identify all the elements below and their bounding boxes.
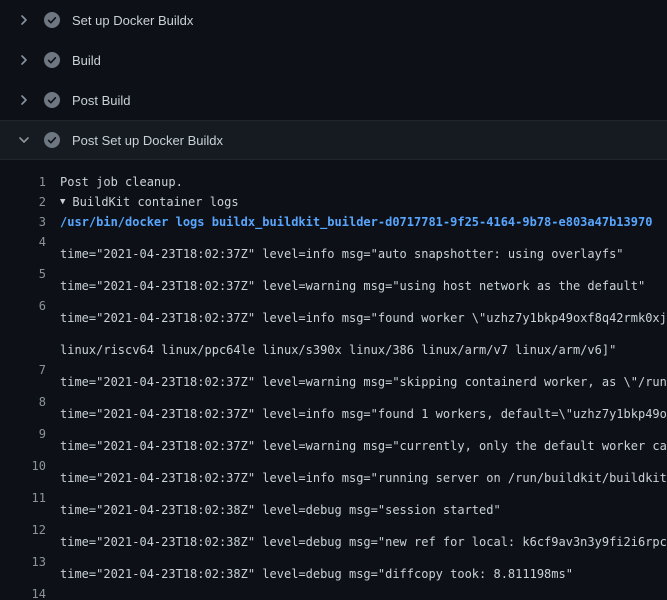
line-number[interactable]: 11 [0, 488, 46, 520]
step-row[interactable]: Post Set up Docker Buildx [0, 120, 667, 160]
chevron-right-icon[interactable] [16, 52, 32, 68]
log-line: 6 time="2021-04-23T18:02:37Z" level=info … [0, 296, 667, 328]
line-number[interactable]: 12 [0, 520, 46, 552]
log-text: time="2021-04-23T18:02:38Z" level=debug … [60, 488, 501, 520]
log-text: time="2021-04-23T18:02:37Z" level=info m… [60, 392, 667, 424]
check-circle-icon [44, 12, 60, 28]
log-line: 12 time="2021-04-23T18:02:38Z" level=debu… [0, 520, 667, 552]
check-circle-icon [44, 92, 60, 108]
steps-list: Set up Docker Buildx Build Post Build Post … [0, 0, 667, 160]
line-number[interactable]: 10 [0, 456, 46, 488]
line-number[interactable]: 6 [0, 296, 46, 328]
log-text: time="2021-04-23T18:02:37Z" level=info m… [60, 232, 624, 264]
check-circle-icon [44, 52, 60, 68]
line-number[interactable]: 2 [0, 192, 46, 212]
step-row[interactable]: Post Build [0, 80, 667, 120]
line-number[interactable]: 9 [0, 424, 46, 456]
line-number[interactable]: 5 [0, 264, 46, 296]
log-text: time="2021-04-23T18:02:37Z" level=info m… [60, 296, 667, 328]
line-number[interactable]: 13 [0, 552, 46, 584]
log-group-toggle-icon[interactable]: ▼ [60, 192, 65, 212]
log-text: BuildKit container logs [72, 192, 238, 212]
log-text: time="2021-04-23T18:02:37Z" level=warnin… [60, 264, 645, 296]
chevron-right-icon[interactable] [16, 12, 32, 28]
log-line: 8 time="2021-04-23T18:02:37Z" level=info … [0, 392, 667, 424]
log-line: 11 time="2021-04-23T18:02:38Z" level=debu… [0, 488, 667, 520]
line-number[interactable]: 1 [0, 172, 46, 192]
log-line: 1 Post job cleanup. [0, 172, 667, 192]
actions-log-viewer: Set up Docker Buildx Build Post Build Post … [0, 0, 667, 600]
log-line: 5 time="2021-04-23T18:02:37Z" level=warni… [0, 264, 667, 296]
check-circle-icon [44, 132, 60, 148]
line-number[interactable]: 3 [0, 212, 46, 232]
line-number[interactable]: 8 [0, 392, 46, 424]
log-line: 13 time="2021-04-23T18:02:38Z" level=debu… [0, 552, 667, 584]
log-line: 14 time="2021-04-23T18:02:38Z" level=debu… [0, 584, 667, 600]
log-line: 3/usr/bin/docker logs buildx_buildkit_bu… [0, 212, 667, 232]
log-line: 2 ▼ BuildKit container logs [0, 192, 667, 212]
chevron-down-icon[interactable] [16, 132, 32, 148]
log-line: 4 time="2021-04-23T18:02:37Z" level=info … [0, 232, 667, 264]
step-label: Set up Docker Buildx [72, 13, 193, 28]
log-line: 9 time="2021-04-23T18:02:37Z" level=warni… [0, 424, 667, 456]
log-text: time="2021-04-23T18:02:37Z" level=warnin… [60, 360, 667, 392]
step-label: Build [72, 53, 101, 68]
log-text: time="2021-04-23T18:02:38Z" level=debug … [60, 584, 667, 600]
step-row[interactable]: Set up Docker Buildx [0, 0, 667, 40]
line-number[interactable]: 7 [0, 360, 46, 392]
step-label: Post Build [72, 93, 131, 108]
log-text: linux/riscv64 linux/ppc64le linux/s390x … [60, 328, 616, 360]
log-text: time="2021-04-23T18:02:38Z" level=debug … [60, 520, 667, 552]
chevron-right-icon[interactable] [16, 92, 32, 108]
log-command-text: /usr/bin/docker logs buildx_buildkit_bui… [60, 212, 652, 232]
line-number[interactable] [0, 328, 46, 360]
log-text: Post job cleanup. [60, 172, 183, 192]
step-label: Post Set up Docker Buildx [72, 133, 223, 148]
log-line: 10 time="2021-04-23T18:02:37Z" level=info… [0, 456, 667, 488]
log-line: 7 time="2021-04-23T18:02:37Z" level=warni… [0, 360, 667, 392]
log-text: time="2021-04-23T18:02:38Z" level=debug … [60, 552, 573, 584]
line-number[interactable]: 4 [0, 232, 46, 264]
line-number[interactable]: 14 [0, 584, 46, 600]
step-row[interactable]: Build [0, 40, 667, 80]
log-text: time="2021-04-23T18:02:37Z" level=info m… [60, 456, 667, 488]
log-area: 1 Post job cleanup. 2 ▼ BuildKit container l… [0, 160, 667, 600]
log-line: linux/riscv64 linux/ppc64le linux/s390x … [0, 328, 667, 360]
log-text: time="2021-04-23T18:02:37Z" level=warnin… [60, 424, 667, 456]
